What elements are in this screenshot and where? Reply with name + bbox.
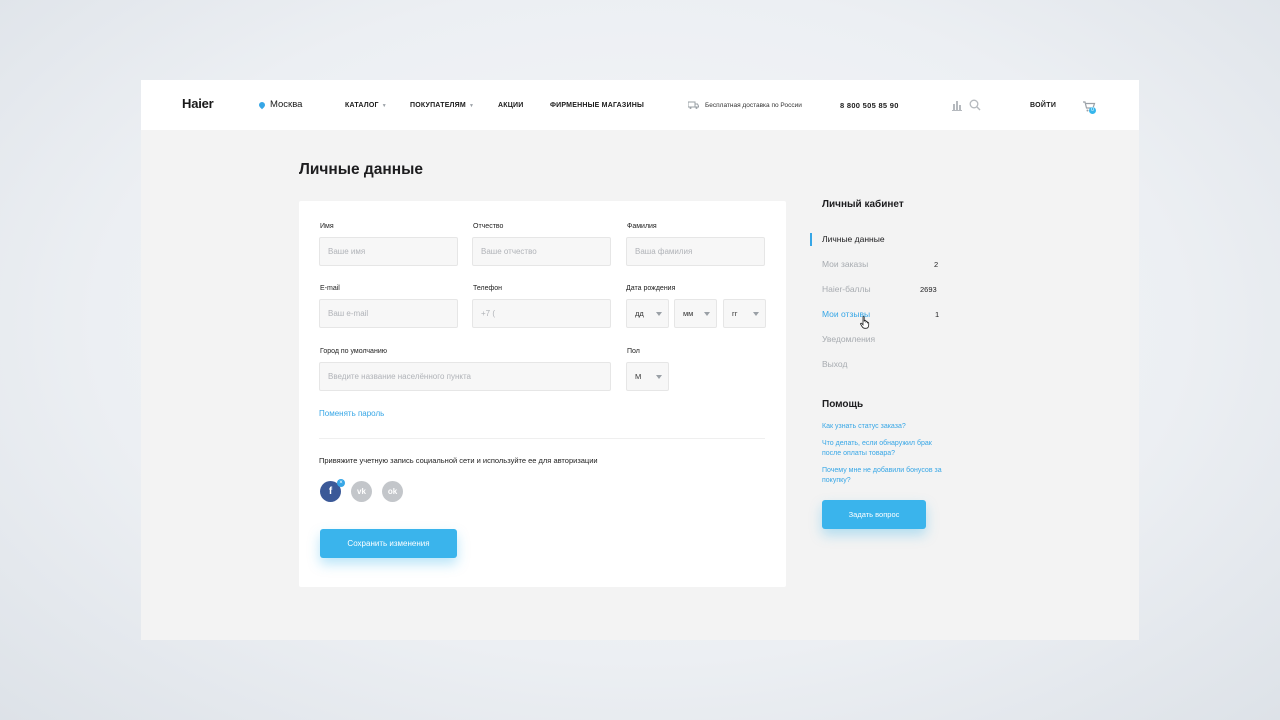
phone-input[interactable]: +7 ( — [472, 299, 611, 328]
help-link-defect[interactable]: Что делать, если обнаружил брак после оп… — [822, 439, 952, 459]
nav-catalog-label: КАТАЛОГ — [345, 102, 379, 109]
chevron-down-icon — [656, 312, 662, 316]
search-icon[interactable] — [969, 99, 981, 111]
chevron-down-icon — [753, 312, 759, 316]
middle-name-label: Отчество — [473, 223, 504, 230]
phone-label: Телефон — [473, 285, 503, 292]
page-title: Личные данные — [299, 161, 423, 178]
account-title: Личный кабинет — [822, 199, 904, 210]
delivery-text: Бесплатная доставка по России — [705, 101, 802, 109]
city-input[interactable]: Введите название населённого пункта — [319, 362, 611, 391]
birth-day-select[interactable]: дд — [626, 299, 669, 328]
save-changes-button[interactable]: Сохранить изменения — [320, 529, 457, 558]
help-link-bonuses[interactable]: Почему мне не добавили бонусов за покупк… — [822, 466, 952, 486]
personal-data-form: Имя Ваше имя Отчество Ваше отчество Фами… — [299, 201, 786, 587]
help-link-order-status[interactable]: Как узнать статус заказа? — [822, 422, 952, 432]
nav-customers[interactable]: ПОКУПАТЕЛЯМ ▼ — [410, 102, 474, 109]
login-link[interactable]: ВОЙТИ — [1030, 102, 1056, 109]
sidebar-item-logout[interactable]: Выход — [822, 359, 847, 369]
gender-value: М — [635, 372, 642, 381]
social-link-text: Привяжите учетную запись социальной сети… — [319, 456, 598, 465]
cart-count-badge: 0 — [1089, 107, 1096, 114]
hand-cursor-icon — [860, 316, 870, 329]
sidebar-item-notifications[interactable]: Уведомления — [822, 334, 875, 344]
middle-name-input[interactable]: Ваше отчество — [472, 237, 611, 266]
phone-number[interactable]: 8 800 505 85 90 — [840, 101, 899, 110]
reviews-count: 1 — [935, 310, 940, 319]
ask-question-button[interactable]: Задать вопрос — [822, 500, 926, 529]
city-selector[interactable]: Москва — [257, 99, 303, 110]
birth-year-value: гг — [732, 309, 738, 318]
free-delivery-notice[interactable]: Бесплатная доставка по России — [688, 101, 802, 109]
haier-logo[interactable]: Haier — [182, 96, 214, 111]
birth-day-value: дд — [635, 309, 644, 318]
email-input[interactable]: Ваш e-mail — [319, 299, 458, 328]
last-name-label: Фамилия — [627, 223, 657, 230]
sidebar-item-haier-points[interactable]: Haier-баллы — [822, 284, 871, 294]
remove-facebook-icon[interactable]: × — [337, 479, 345, 487]
nav-customers-label: ПОКУПАТЕЛЯМ — [410, 102, 466, 109]
sidebar-item-orders[interactable]: Мои заказы — [822, 259, 868, 269]
nav-brand-stores-label: ФИРМЕННЫЕ МАГАЗИНЫ — [550, 102, 645, 109]
birth-month-select[interactable]: мм — [674, 299, 717, 328]
chevron-down-icon: ▼ — [468, 102, 475, 109]
nav-catalog[interactable]: КАТАЛОГ ▼ — [345, 102, 387, 109]
help-title: Помощь — [822, 399, 864, 410]
vk-icon[interactable]: vk — [351, 481, 372, 502]
active-indicator — [810, 233, 812, 246]
city-label: Город по умолчанию — [320, 348, 387, 355]
browser-frame: Haier Москва КАТАЛОГ ▼ ПОКУПАТЕЛЯМ ▼ АКЦ… — [141, 80, 1139, 640]
first-name-label: Имя — [320, 223, 334, 230]
email-label: E-mail — [320, 285, 340, 292]
last-name-input[interactable]: Ваша фамилия — [626, 237, 765, 266]
nav-promotions[interactable]: АКЦИИ — [498, 102, 524, 109]
chevron-down-icon: ▼ — [381, 102, 387, 109]
location-pin-icon — [257, 100, 267, 109]
chevron-down-icon — [656, 375, 662, 379]
birth-month-value: мм — [683, 309, 694, 318]
nav-promotions-label: АКЦИИ — [498, 102, 524, 109]
first-name-input[interactable]: Ваше имя — [319, 237, 458, 266]
city-label: Москва — [270, 99, 303, 110]
odnoklassniki-icon[interactable]: ok — [382, 481, 403, 502]
chevron-down-icon — [704, 312, 710, 316]
birth-year-select[interactable]: гг — [723, 299, 766, 328]
gender-select[interactable]: М — [626, 362, 669, 391]
divider — [319, 438, 765, 439]
orders-count: 2 — [934, 260, 939, 269]
gender-label: Пол — [627, 348, 640, 355]
points-count: 2693 — [920, 285, 937, 294]
compare-icon[interactable] — [951, 99, 963, 111]
sidebar-item-personal-data[interactable]: Личные данные — [822, 234, 885, 244]
site-header: Haier Москва КАТАЛОГ ▼ ПОКУПАТЕЛЯМ ▼ АКЦ… — [141, 80, 1139, 130]
birth-date-label: Дата рождения — [626, 285, 676, 292]
truck-icon — [688, 101, 699, 109]
change-password-link[interactable]: Поменять пароль — [319, 409, 384, 418]
nav-brand-stores[interactable]: ФИРМЕННЫЕ МАГАЗИНЫ — [550, 102, 644, 109]
